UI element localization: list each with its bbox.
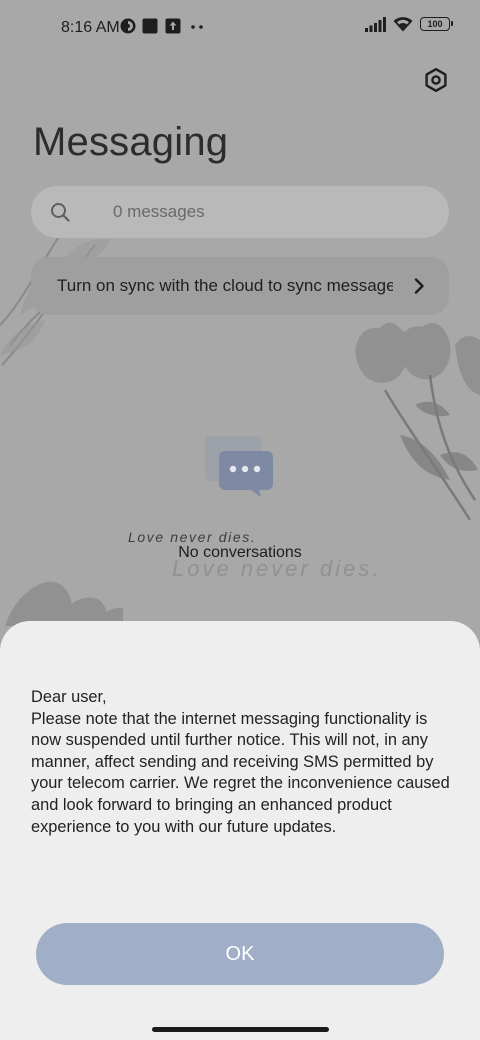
more-notifications-icon — [191, 25, 203, 29]
square-notification-icon — [142, 18, 158, 34]
ok-button[interactable]: OK — [36, 923, 444, 985]
tulip-decoration-right — [355, 322, 480, 521]
signal-icon — [365, 16, 386, 32]
wifi-icon — [393, 17, 413, 32]
ok-button-label: OK — [225, 942, 255, 965]
page-title: Messaging — [33, 120, 229, 164]
sync-banner-text: Turn on sync with the cloud to sync mess… — [57, 276, 393, 295]
sync-banner[interactable]: Turn on sync with the cloud to sync mess… — [31, 257, 449, 315]
home-indicator[interactable] — [152, 1027, 329, 1032]
messaging-screen: 8:16 AM 100 Messaging 0 messages Turn on… — [0, 0, 480, 1040]
upload-notification-icon — [165, 18, 181, 34]
search-bar[interactable]: 0 messages — [31, 186, 449, 238]
battery-level: 100 — [427, 18, 443, 29]
decoration-text: Love never dies. — [128, 529, 257, 545]
decoration-text-shadow: Love never dies. — [172, 556, 382, 581]
chevron-right-icon — [414, 278, 424, 294]
dialog-message: Dear user, Please note that the internet… — [31, 688, 450, 836]
battery-icon: 100 — [420, 17, 453, 31]
settings-button[interactable] — [420, 64, 452, 96]
status-time: 8:16 AM — [61, 19, 120, 36]
search-placeholder: 0 messages — [113, 202, 205, 221]
chat-bubbles-icon — [205, 436, 273, 497]
status-bar: 8:16 AM 100 — [0, 0, 480, 56]
notice-dialog: Dear user, Please note that the internet… — [0, 621, 480, 1040]
search-icon — [51, 203, 70, 222]
app-notification-icon — [120, 18, 136, 34]
settings-hexagon-icon — [425, 68, 447, 92]
